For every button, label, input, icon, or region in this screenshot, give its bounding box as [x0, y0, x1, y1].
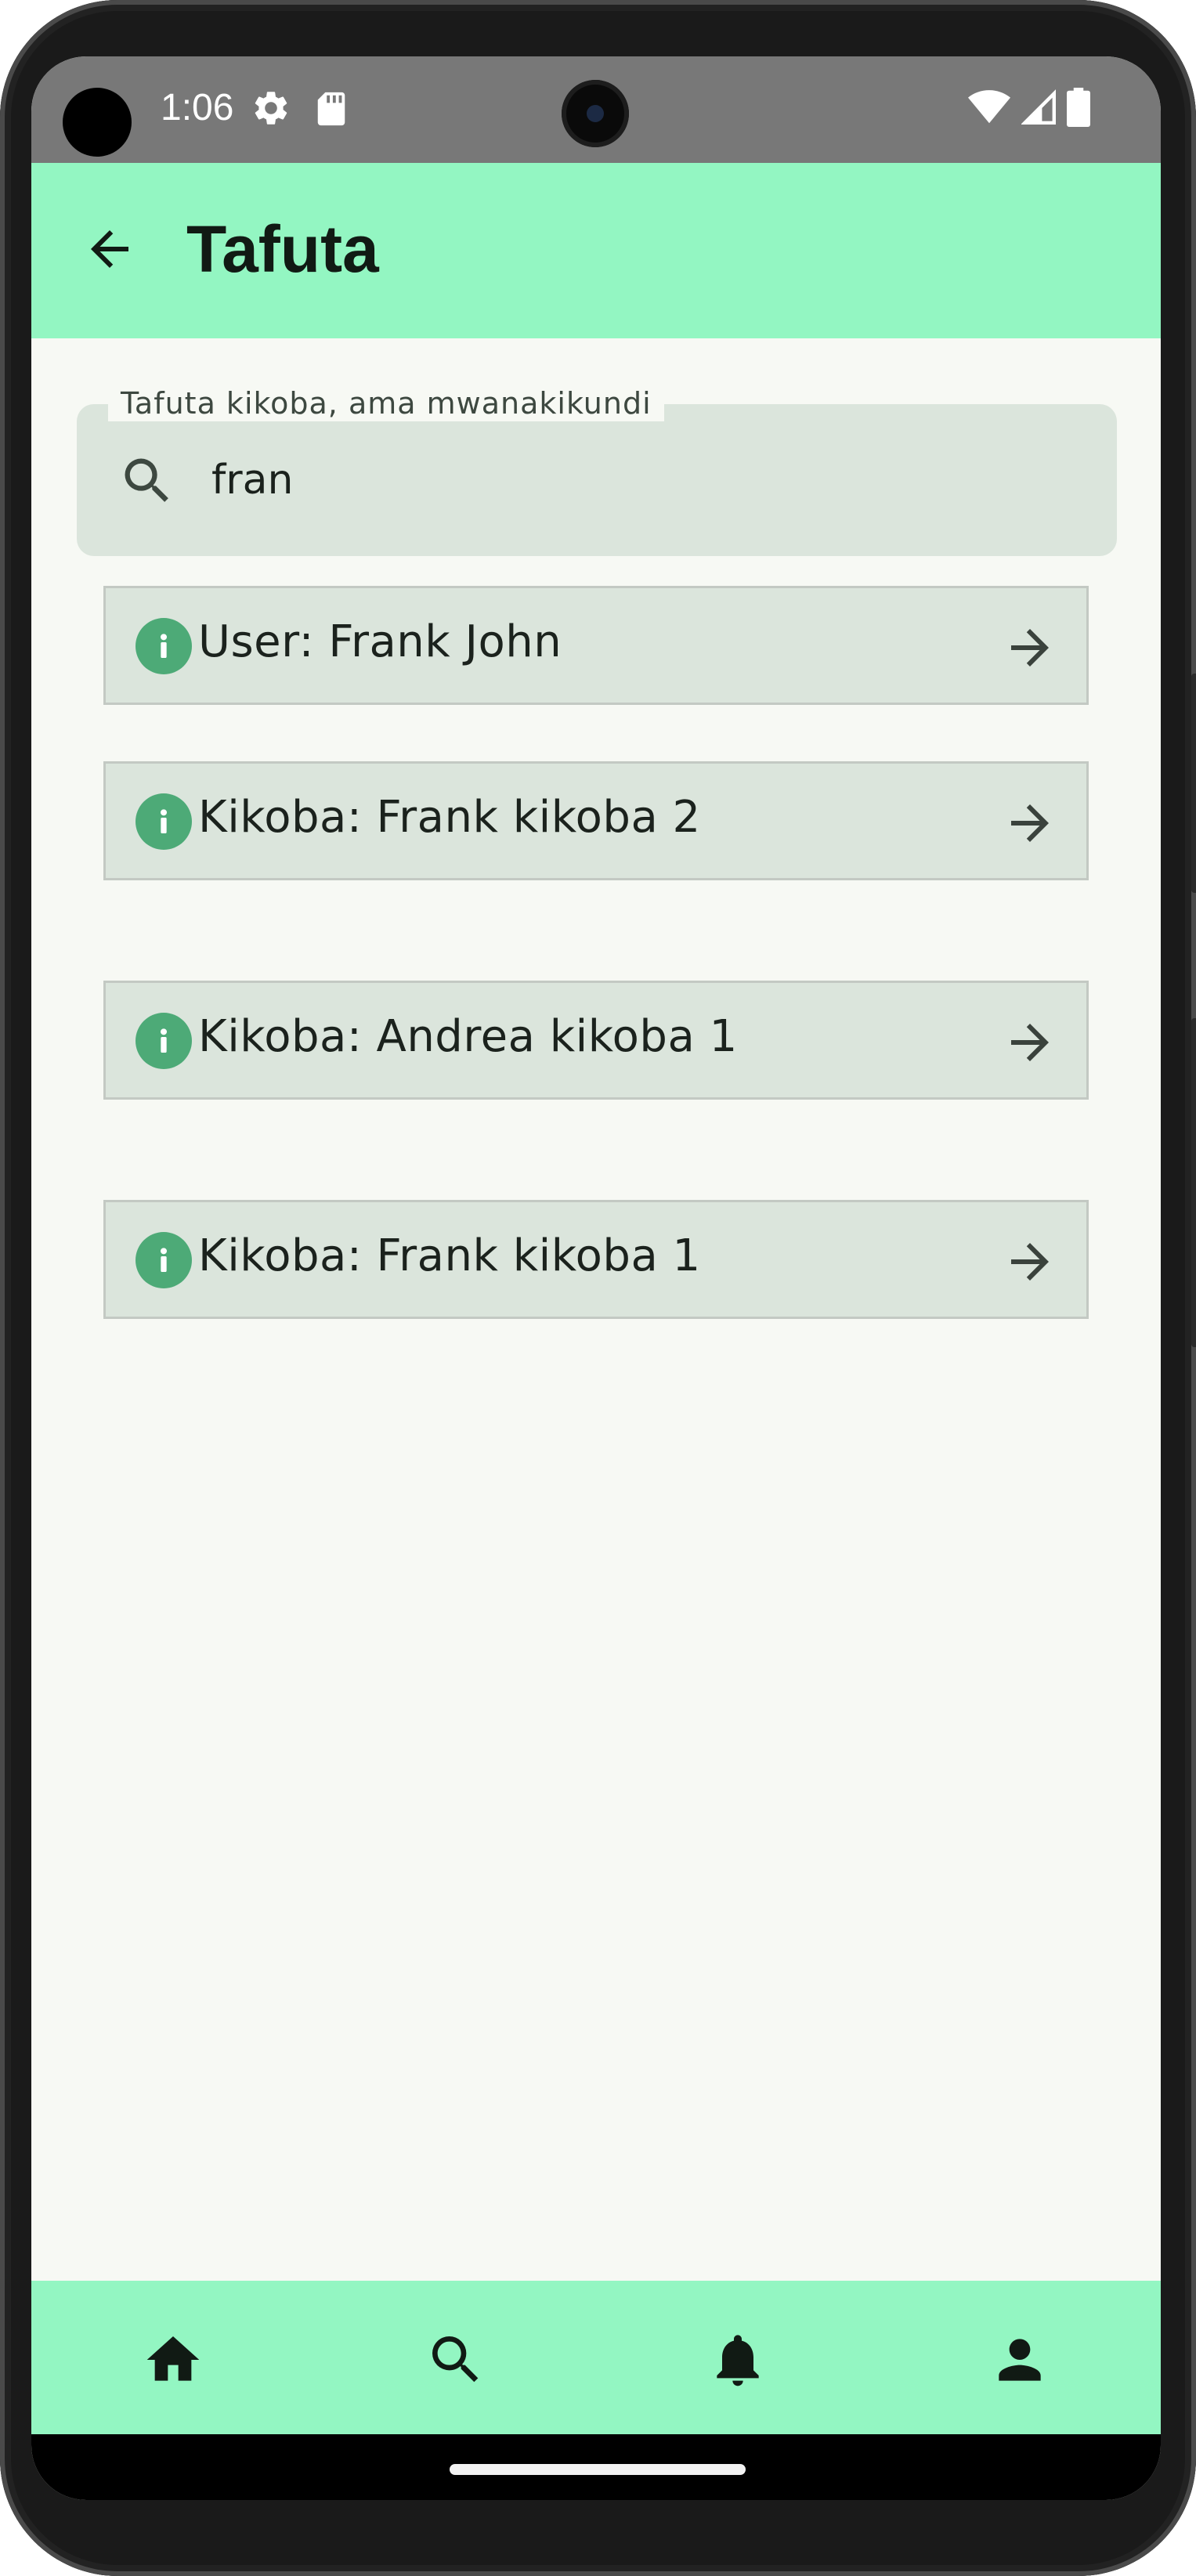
arrow-forward-icon [1011, 629, 1049, 667]
nav-home[interactable] [138, 2325, 208, 2395]
result-label: Kikoba: Frank kikoba 1 [198, 1230, 701, 1281]
cell-signal-icon [1021, 89, 1056, 125]
gesture-area [31, 2434, 1161, 2500]
screen-record-dot [63, 88, 132, 157]
result-label: Kikoba: Frank kikoba 2 [198, 792, 701, 843]
arrow-forward-icon [1011, 1024, 1049, 1061]
search-field[interactable] [77, 404, 1117, 556]
home-gesture-bar[interactable] [450, 2464, 746, 2475]
page-title: Tafuta [186, 212, 379, 286]
screen: 1:06 Tafuta fran Tafuta kikoba, ama mwan… [31, 56, 1161, 2500]
nav-profile[interactable] [985, 2325, 1055, 2395]
front-camera [562, 80, 629, 147]
search-icon [117, 451, 177, 511]
arrow-back-icon [91, 230, 128, 268]
nav-notifications[interactable] [703, 2325, 773, 2395]
home-icon [146, 2336, 200, 2381]
person-icon [999, 2339, 1041, 2381]
app-bar: Tafuta [31, 163, 1161, 338]
bell-icon [717, 2335, 759, 2386]
status-right-icons [968, 88, 1090, 127]
result-label: User: Frank John [198, 616, 562, 667]
status-time: 1:06 [161, 87, 234, 128]
result-item[interactable]: Kikoba: Frank kikoba 2 [103, 761, 1089, 880]
search-field-label: Tafuta kikoba, ama mwanakikundi [108, 385, 664, 421]
battery-icon [1067, 88, 1090, 127]
back-button[interactable] [70, 210, 149, 288]
arrow-forward-icon [1011, 804, 1049, 842]
result-item[interactable]: User: Frank John [103, 586, 1089, 705]
sd-card-icon [317, 92, 345, 126]
search-icon [432, 2336, 479, 2383]
phone-frame: 1:06 Tafuta fran Tafuta kikoba, ama mwan… [0, 0, 1196, 2576]
result-label: Kikoba: Andrea kikoba 1 [198, 1011, 738, 1062]
status-bar: 1:06 [31, 56, 1161, 163]
settings-gear-icon [255, 92, 287, 125]
volume-button [1191, 674, 1196, 893]
info-icon [135, 618, 192, 674]
search-input[interactable] [210, 432, 1075, 528]
result-item[interactable]: Kikoba: Andrea kikoba 1 [103, 981, 1089, 1100]
info-icon [135, 1232, 192, 1288]
info-icon [135, 1013, 192, 1069]
result-item[interactable]: Kikoba: Frank kikoba 1 [103, 1200, 1089, 1319]
arrow-forward-icon [1011, 1243, 1049, 1281]
bottom-navigation [31, 2281, 1161, 2434]
nav-search[interactable] [421, 2325, 491, 2395]
wifi-icon [968, 90, 1010, 124]
power-button [1191, 1018, 1196, 1347]
info-icon [135, 793, 192, 850]
